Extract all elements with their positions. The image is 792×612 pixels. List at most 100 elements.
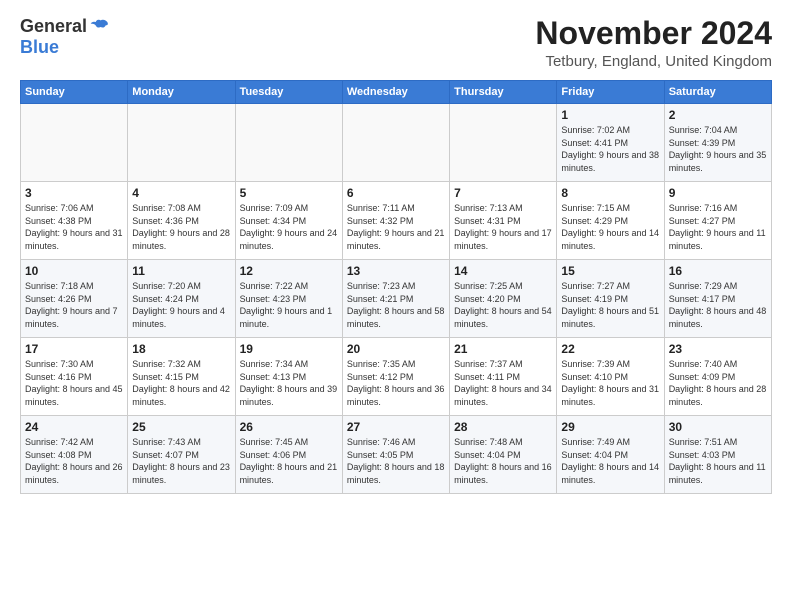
day-number: 4 — [132, 186, 230, 200]
day-info: Sunrise: 7:39 AMSunset: 4:10 PMDaylight:… — [561, 359, 659, 407]
day-number: 11 — [132, 264, 230, 278]
day-number: 5 — [240, 186, 338, 200]
day-info: Sunrise: 7:30 AMSunset: 4:16 PMDaylight:… — [25, 359, 123, 407]
table-cell: 13 Sunrise: 7:23 AMSunset: 4:21 PMDaylig… — [342, 260, 449, 338]
day-info: Sunrise: 7:16 AMSunset: 4:27 PMDaylight:… — [669, 203, 766, 251]
table-cell: 6 Sunrise: 7:11 AMSunset: 4:32 PMDayligh… — [342, 182, 449, 260]
day-number: 21 — [454, 342, 552, 356]
col-monday: Monday — [128, 81, 235, 104]
table-cell: 18 Sunrise: 7:32 AMSunset: 4:15 PMDaylig… — [128, 338, 235, 416]
day-info: Sunrise: 7:08 AMSunset: 4:36 PMDaylight:… — [132, 203, 230, 251]
table-cell: 21 Sunrise: 7:37 AMSunset: 4:11 PMDaylig… — [450, 338, 557, 416]
day-number: 1 — [561, 108, 659, 122]
table-cell: 11 Sunrise: 7:20 AMSunset: 4:24 PMDaylig… — [128, 260, 235, 338]
table-cell: 8 Sunrise: 7:15 AMSunset: 4:29 PMDayligh… — [557, 182, 664, 260]
day-number: 27 — [347, 420, 445, 434]
col-sunday: Sunday — [21, 81, 128, 104]
day-info: Sunrise: 7:04 AMSunset: 4:39 PMDaylight:… — [669, 125, 767, 173]
day-number: 12 — [240, 264, 338, 278]
table-cell: 19 Sunrise: 7:34 AMSunset: 4:13 PMDaylig… — [235, 338, 342, 416]
day-number: 19 — [240, 342, 338, 356]
day-number: 29 — [561, 420, 659, 434]
table-cell — [21, 104, 128, 182]
day-info: Sunrise: 7:15 AMSunset: 4:29 PMDaylight:… — [561, 203, 659, 251]
table-cell: 25 Sunrise: 7:43 AMSunset: 4:07 PMDaylig… — [128, 416, 235, 494]
day-number: 26 — [240, 420, 338, 434]
col-tuesday: Tuesday — [235, 81, 342, 104]
day-number: 2 — [669, 108, 767, 122]
table-cell: 1 Sunrise: 7:02 AMSunset: 4:41 PMDayligh… — [557, 104, 664, 182]
day-number: 15 — [561, 264, 659, 278]
logo-general-text: General — [20, 16, 87, 37]
day-number: 25 — [132, 420, 230, 434]
table-cell: 7 Sunrise: 7:13 AMSunset: 4:31 PMDayligh… — [450, 182, 557, 260]
day-info: Sunrise: 7:49 AMSunset: 4:04 PMDaylight:… — [561, 437, 659, 485]
day-info: Sunrise: 7:32 AMSunset: 4:15 PMDaylight:… — [132, 359, 230, 407]
day-info: Sunrise: 7:29 AMSunset: 4:17 PMDaylight:… — [669, 281, 767, 329]
column-header-row: Sunday Monday Tuesday Wednesday Thursday… — [21, 81, 772, 104]
day-info: Sunrise: 7:40 AMSunset: 4:09 PMDaylight:… — [669, 359, 767, 407]
day-number: 23 — [669, 342, 767, 356]
table-cell: 30 Sunrise: 7:51 AMSunset: 4:03 PMDaylig… — [664, 416, 771, 494]
day-info: Sunrise: 7:11 AMSunset: 4:32 PMDaylight:… — [347, 203, 445, 251]
day-info: Sunrise: 7:18 AMSunset: 4:26 PMDaylight:… — [25, 281, 118, 329]
title-block: November 2024 Tetbury, England, United K… — [535, 16, 772, 70]
day-number: 18 — [132, 342, 230, 356]
day-number: 3 — [25, 186, 123, 200]
day-info: Sunrise: 7:25 AMSunset: 4:20 PMDaylight:… — [454, 281, 552, 329]
day-info: Sunrise: 7:35 AMSunset: 4:12 PMDaylight:… — [347, 359, 445, 407]
table-cell: 3 Sunrise: 7:06 AMSunset: 4:38 PMDayligh… — [21, 182, 128, 260]
day-number: 28 — [454, 420, 552, 434]
day-info: Sunrise: 7:46 AMSunset: 4:05 PMDaylight:… — [347, 437, 445, 485]
day-info: Sunrise: 7:45 AMSunset: 4:06 PMDaylight:… — [240, 437, 338, 485]
day-number: 13 — [347, 264, 445, 278]
day-number: 16 — [669, 264, 767, 278]
table-cell: 16 Sunrise: 7:29 AMSunset: 4:17 PMDaylig… — [664, 260, 771, 338]
day-info: Sunrise: 7:37 AMSunset: 4:11 PMDaylight:… — [454, 359, 552, 407]
table-cell: 2 Sunrise: 7:04 AMSunset: 4:39 PMDayligh… — [664, 104, 771, 182]
table-cell — [128, 104, 235, 182]
day-number: 22 — [561, 342, 659, 356]
week-row-4: 17 Sunrise: 7:30 AMSunset: 4:16 PMDaylig… — [21, 338, 772, 416]
day-number: 7 — [454, 186, 552, 200]
table-cell: 12 Sunrise: 7:22 AMSunset: 4:23 PMDaylig… — [235, 260, 342, 338]
week-row-2: 3 Sunrise: 7:06 AMSunset: 4:38 PMDayligh… — [21, 182, 772, 260]
calendar-table: Sunday Monday Tuesday Wednesday Thursday… — [20, 80, 772, 494]
day-info: Sunrise: 7:27 AMSunset: 4:19 PMDaylight:… — [561, 281, 659, 329]
table-cell: 10 Sunrise: 7:18 AMSunset: 4:26 PMDaylig… — [21, 260, 128, 338]
day-number: 30 — [669, 420, 767, 434]
day-info: Sunrise: 7:13 AMSunset: 4:31 PMDaylight:… — [454, 203, 552, 251]
day-info: Sunrise: 7:20 AMSunset: 4:24 PMDaylight:… — [132, 281, 225, 329]
table-cell: 22 Sunrise: 7:39 AMSunset: 4:10 PMDaylig… — [557, 338, 664, 416]
table-cell: 29 Sunrise: 7:49 AMSunset: 4:04 PMDaylig… — [557, 416, 664, 494]
day-info: Sunrise: 7:09 AMSunset: 4:34 PMDaylight:… — [240, 203, 338, 251]
week-row-1: 1 Sunrise: 7:02 AMSunset: 4:41 PMDayligh… — [21, 104, 772, 182]
table-cell — [342, 104, 449, 182]
week-row-5: 24 Sunrise: 7:42 AMSunset: 4:08 PMDaylig… — [21, 416, 772, 494]
col-thursday: Thursday — [450, 81, 557, 104]
day-info: Sunrise: 7:51 AMSunset: 4:03 PMDaylight:… — [669, 437, 766, 485]
table-cell: 23 Sunrise: 7:40 AMSunset: 4:09 PMDaylig… — [664, 338, 771, 416]
col-wednesday: Wednesday — [342, 81, 449, 104]
day-info: Sunrise: 7:48 AMSunset: 4:04 PMDaylight:… — [454, 437, 552, 485]
day-info: Sunrise: 7:23 AMSunset: 4:21 PMDaylight:… — [347, 281, 445, 329]
day-number: 24 — [25, 420, 123, 434]
day-number: 6 — [347, 186, 445, 200]
month-title: November 2024 — [535, 16, 772, 51]
col-saturday: Saturday — [664, 81, 771, 104]
table-cell: 27 Sunrise: 7:46 AMSunset: 4:05 PMDaylig… — [342, 416, 449, 494]
table-cell: 17 Sunrise: 7:30 AMSunset: 4:16 PMDaylig… — [21, 338, 128, 416]
table-cell: 28 Sunrise: 7:48 AMSunset: 4:04 PMDaylig… — [450, 416, 557, 494]
day-info: Sunrise: 7:34 AMSunset: 4:13 PMDaylight:… — [240, 359, 338, 407]
location: Tetbury, England, United Kingdom — [535, 53, 772, 70]
table-cell: 26 Sunrise: 7:45 AMSunset: 4:06 PMDaylig… — [235, 416, 342, 494]
table-cell: 24 Sunrise: 7:42 AMSunset: 4:08 PMDaylig… — [21, 416, 128, 494]
day-number: 8 — [561, 186, 659, 200]
day-info: Sunrise: 7:43 AMSunset: 4:07 PMDaylight:… — [132, 437, 230, 485]
day-info: Sunrise: 7:02 AMSunset: 4:41 PMDaylight:… — [561, 125, 659, 173]
calendar-page: General Blue November 2024 Tetbury, Engl… — [0, 0, 792, 612]
day-number: 10 — [25, 264, 123, 278]
table-cell: 20 Sunrise: 7:35 AMSunset: 4:12 PMDaylig… — [342, 338, 449, 416]
table-cell: 14 Sunrise: 7:25 AMSunset: 4:20 PMDaylig… — [450, 260, 557, 338]
logo: General Blue — [20, 16, 109, 58]
